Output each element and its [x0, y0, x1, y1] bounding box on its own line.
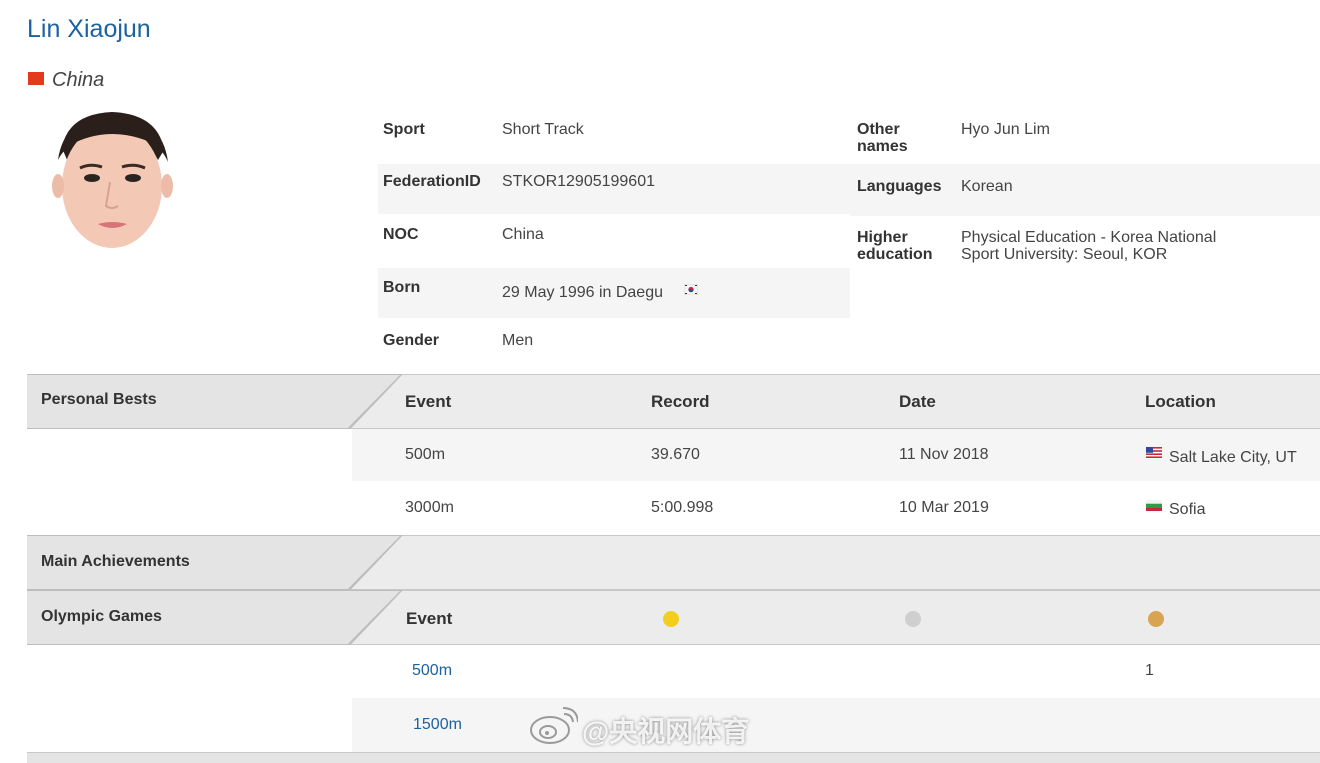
gender-label: Gender	[383, 332, 440, 349]
weibo-logo-icon	[530, 707, 578, 744]
other-names-value: Hyo Jun Lim	[961, 121, 1050, 138]
og-event-link-500m[interactable]: 500m	[412, 662, 452, 680]
federation-label: FederationID	[383, 173, 481, 190]
pb-record: 39.670	[651, 446, 700, 463]
og-event-link-1500m[interactable]: 1500m	[413, 716, 462, 734]
pb-event: 3000m	[405, 499, 454, 516]
pb-header-date: Date	[899, 392, 936, 411]
gender-value: Men	[502, 332, 534, 349]
pb-header-location: Location	[1145, 392, 1216, 411]
bulgaria-flag-icon	[1146, 500, 1162, 511]
sport-value: Short Track	[502, 121, 584, 138]
pb-date: 11 Nov 2018	[899, 446, 989, 463]
born-value: 29 May 1996 in Daegu	[502, 284, 663, 301]
pb-event: 500m	[405, 446, 446, 463]
pb-header-record: Record	[651, 392, 710, 411]
languages-label: Languages	[857, 178, 942, 195]
korea-flag-icon	[684, 284, 698, 295]
noc-label: NOC	[383, 226, 419, 243]
education-value: Physical Education - Korea National Sport…	[961, 229, 1217, 263]
pb-header-event: Event	[405, 392, 452, 411]
noc-value: China	[502, 226, 544, 243]
education-label: Higher education	[857, 229, 933, 263]
og-header-event: Event	[406, 609, 453, 628]
next-section-header	[27, 752, 1320, 763]
federation-value: STKOR12905199601	[502, 173, 655, 190]
bronze-medal-icon	[1148, 611, 1164, 627]
olympic-games-title: Olympic Games	[41, 608, 162, 625]
pb-location: Salt Lake City, UT	[1169, 449, 1297, 466]
athlete-photo	[52, 112, 173, 248]
pb-location: Sofia	[1169, 501, 1206, 518]
watermark-text: @央视网体育	[582, 716, 750, 747]
born-label: Born	[383, 279, 421, 296]
pb-record: 5:00.998	[651, 499, 714, 516]
languages-value: Korean	[961, 178, 1013, 195]
sport-label: Sport	[383, 121, 425, 138]
personal-bests-title: Personal Bests	[41, 391, 157, 408]
og-bronze-count: 1	[1145, 662, 1154, 679]
athlete-name: Lin Xiaojun	[27, 15, 151, 43]
gold-medal-icon	[663, 611, 679, 627]
athlete-country: China	[52, 69, 105, 91]
main-achievements-title: Main Achievements	[41, 553, 190, 570]
silver-medal-icon	[905, 611, 921, 627]
china-flag-icon	[28, 72, 44, 85]
pb-date: 10 Mar 2019	[899, 499, 989, 516]
other-names-label: Other names	[857, 121, 908, 155]
us-flag-icon	[1146, 447, 1162, 458]
table-row	[352, 698, 1320, 752]
